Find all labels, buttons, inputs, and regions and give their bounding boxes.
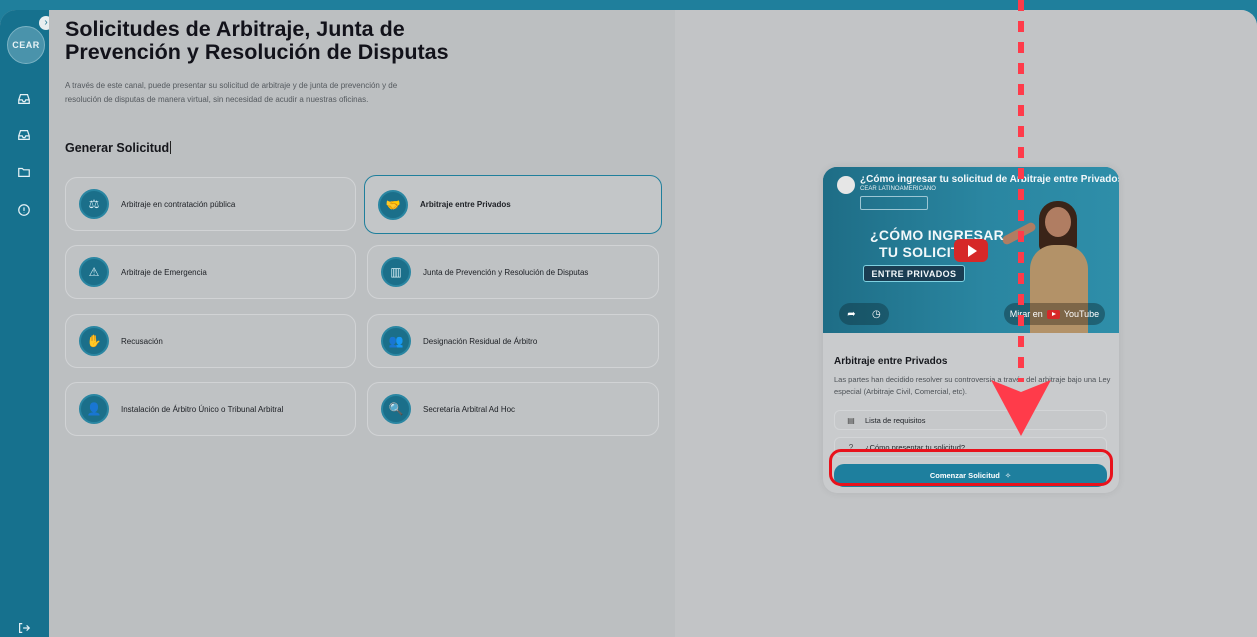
thumbnail-banner: ENTRE PRIVADOS bbox=[863, 265, 965, 282]
sidebar: CEAR › bbox=[0, 10, 53, 637]
magnifier-icon: 🔍 bbox=[381, 394, 411, 424]
option-label: Recusación bbox=[121, 336, 163, 346]
video-title[interactable]: ¿Cómo ingresar tu solicitud de Arbitraje… bbox=[860, 174, 1119, 185]
card-description: Las partes han decidido resolver su cont… bbox=[834, 375, 1111, 396]
option-secretaria-ad-hoc[interactable]: 🔍 Secretaría Arbitral Ad Hoc bbox=[367, 382, 659, 436]
detail-panel: ¿Cómo ingresar tu solicitud de Arbitraje… bbox=[675, 10, 1257, 637]
people-icon: 👥 bbox=[381, 326, 411, 356]
option-label: Arbitraje de Emergencia bbox=[121, 267, 207, 277]
video-controls: ➦ ◷ bbox=[839, 303, 889, 325]
option-emergencia[interactable]: ⚠ Arbitraje de Emergencia bbox=[65, 245, 356, 299]
clock-icon[interactable]: ◷ bbox=[872, 309, 881, 320]
hand-icon: ✋ bbox=[79, 326, 109, 356]
card-title: Arbitraje entre Privados bbox=[834, 356, 948, 367]
logos-strip bbox=[860, 196, 928, 210]
play-button[interactable] bbox=[954, 239, 988, 262]
requirements-link[interactable]: ▤ Lista de requisitos bbox=[834, 410, 1107, 430]
presenter-face bbox=[1045, 207, 1071, 237]
option-instalacion-arbitro[interactable]: 👤 Instalación de Árbitro Único o Tribuna… bbox=[65, 382, 356, 436]
play-icon bbox=[967, 244, 977, 257]
inbox-icon[interactable] bbox=[17, 92, 31, 106]
option-label: Secretaría Arbitral Ad Hoc bbox=[423, 404, 516, 414]
watch-on-label: Mirar en bbox=[1009, 309, 1043, 319]
app-window: CEAR › Solicitudes de Arbitraje, Junta d… bbox=[0, 10, 1257, 637]
youtube-embed[interactable]: ¿Cómo ingresar tu solicitud de Arbitraje… bbox=[823, 167, 1119, 333]
page-description: A través de este canal, puede presentar … bbox=[65, 81, 398, 104]
channel-avatar[interactable] bbox=[837, 176, 855, 194]
video-channel: CEAR LATINOAMERICANO bbox=[860, 186, 936, 192]
detail-card: ¿Cómo ingresar tu solicitud de Arbitraje… bbox=[823, 167, 1119, 493]
clipboard-icon: ▤ bbox=[847, 415, 855, 425]
scales-icon: ⚖ bbox=[79, 189, 109, 219]
main-panel: Solicitudes de Arbitraje, Junta de Preve… bbox=[49, 10, 675, 637]
alert-icon: ⚠ bbox=[79, 257, 109, 287]
youtube-logo-icon bbox=[1046, 309, 1060, 319]
option-recusacion[interactable]: ✋ Recusación bbox=[65, 314, 356, 368]
text-caret bbox=[170, 141, 172, 154]
annotation-dashed-line bbox=[1018, 0, 1024, 382]
inbox-icon[interactable] bbox=[17, 128, 31, 142]
building-icon: ▥ bbox=[381, 257, 411, 287]
option-label: Designación Residual de Árbitro bbox=[423, 336, 538, 346]
option-junta-prevencion[interactable]: ▥ Junta de Prevención y Resolución de Di… bbox=[367, 245, 659, 299]
option-label: Arbitraje en contratación pública bbox=[121, 199, 236, 209]
option-designacion-residual[interactable]: 👥 Designación Residual de Árbitro bbox=[367, 314, 659, 368]
youtube-label: YouTube bbox=[1063, 309, 1100, 319]
logout-icon[interactable] bbox=[17, 621, 31, 635]
person-icon: 👤 bbox=[79, 394, 109, 424]
highlight-outline bbox=[829, 449, 1113, 486]
option-label: Junta de Prevención y Resolución de Disp… bbox=[423, 267, 589, 277]
cear-logo[interactable]: CEAR bbox=[7, 26, 45, 64]
info-icon[interactable] bbox=[17, 203, 31, 217]
folder-icon[interactable] bbox=[17, 165, 31, 179]
handshake-icon: 🤝 bbox=[378, 189, 408, 220]
share-icon[interactable]: ➦ bbox=[847, 309, 855, 320]
annotation-arrow-icon bbox=[991, 380, 1051, 436]
option-contratacion-publica[interactable]: ⚖ Arbitraje en contratación pública bbox=[65, 177, 356, 231]
option-label: Instalación de Árbitro Único o Tribunal … bbox=[121, 404, 284, 414]
option-entre-privados[interactable]: 🤝 Arbitraje entre Privados bbox=[364, 175, 662, 234]
requirements-label: Lista de requisitos bbox=[865, 415, 926, 425]
page-title: Solicitudes de Arbitraje, Junta de Preve… bbox=[65, 17, 449, 64]
section-title: Generar Solicitud bbox=[65, 141, 172, 155]
option-label: Arbitraje entre Privados bbox=[420, 200, 511, 209]
